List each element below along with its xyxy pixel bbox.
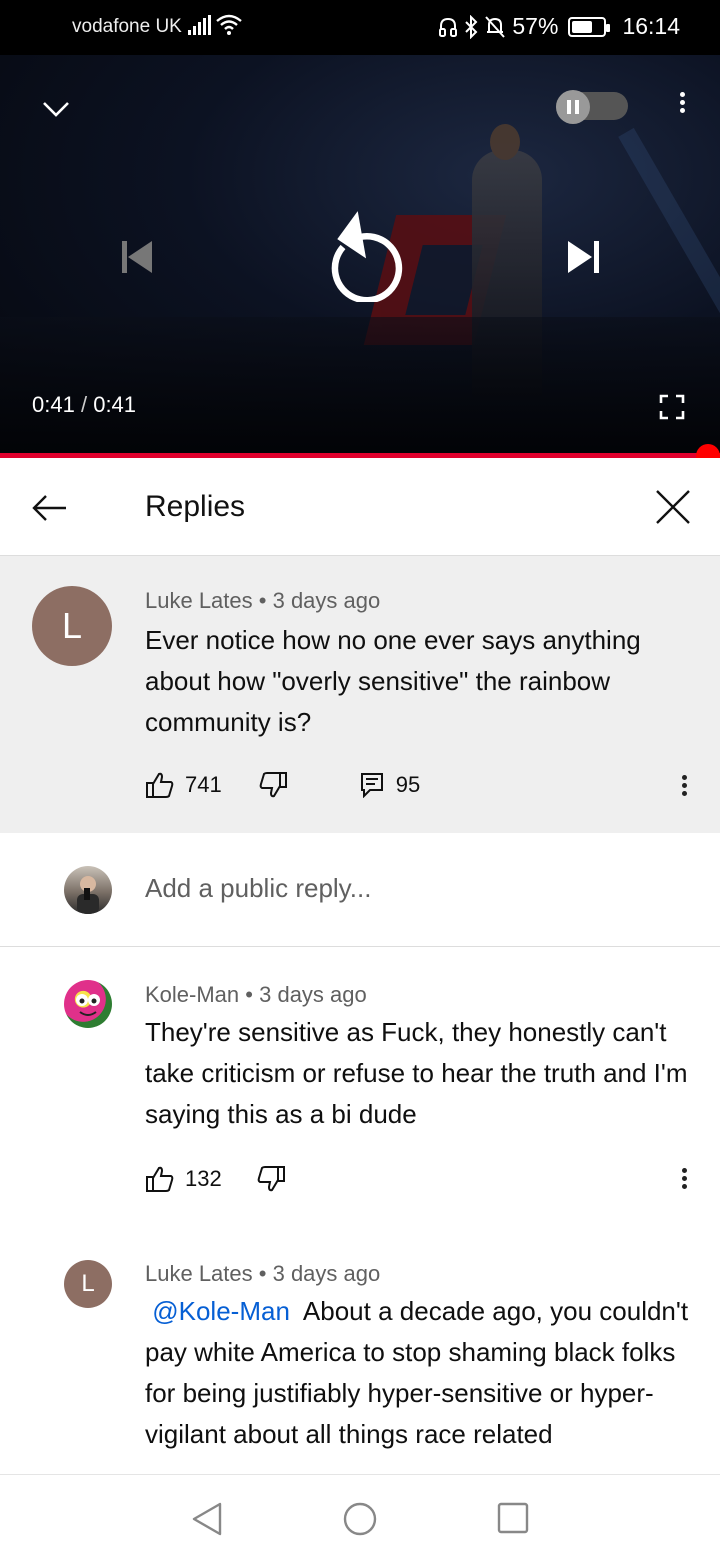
meta-dot: • bbox=[258, 1261, 267, 1286]
nav-home-button[interactable] bbox=[342, 1501, 378, 1542]
nav-recents-button[interactable] bbox=[496, 1501, 530, 1540]
replies-header: Replies bbox=[0, 458, 720, 556]
like-button[interactable]: 741 bbox=[145, 771, 222, 799]
nav-back-button[interactable] bbox=[190, 1501, 224, 1542]
comment-text: @Kole-Man About a decade ago, you couldn… bbox=[145, 1291, 695, 1474]
previous-button[interactable] bbox=[112, 233, 160, 281]
reply-button[interactable]: 95 bbox=[360, 772, 420, 798]
dislike-button[interactable] bbox=[258, 771, 288, 799]
current-time: 0:41 bbox=[32, 392, 75, 417]
comment-text: They're sensitive as Fuck, they honestly… bbox=[145, 1017, 688, 1129]
circle-home-icon bbox=[343, 1502, 377, 1536]
battery-icon bbox=[568, 16, 611, 37]
avatar[interactable] bbox=[64, 980, 112, 1028]
audience bbox=[0, 317, 720, 457]
user-avatar bbox=[64, 866, 112, 914]
time-separator: / bbox=[80, 392, 88, 417]
reply-count: 95 bbox=[395, 772, 421, 797]
mute-bell-icon bbox=[485, 15, 506, 38]
arrow-left-icon bbox=[32, 495, 66, 521]
chevron-down-icon bbox=[43, 102, 69, 117]
minimize-button[interactable] bbox=[34, 87, 78, 131]
replay-button[interactable] bbox=[312, 200, 408, 304]
comment-age[interactable]: 3 days ago bbox=[273, 1261, 381, 1286]
author-name[interactable]: Luke Lates bbox=[145, 588, 253, 613]
pause-icon bbox=[556, 90, 590, 124]
add-reply-row[interactable]: Add a public reply... bbox=[0, 833, 720, 947]
signal-icon bbox=[188, 15, 211, 35]
video-player[interactable]: 0:41 / 0:41 bbox=[0, 55, 720, 457]
comment-actions: 132 bbox=[145, 1165, 286, 1193]
headphones-icon bbox=[439, 17, 458, 37]
like-button[interactable]: 132 bbox=[145, 1165, 222, 1193]
user-photo-icon bbox=[77, 876, 99, 914]
thumbs-down-icon bbox=[259, 772, 287, 798]
dislike-button[interactable] bbox=[256, 1165, 286, 1193]
reply-input[interactable]: Add a public reply... bbox=[145, 873, 371, 904]
comment-menu-button[interactable] bbox=[672, 1165, 696, 1195]
comment-text: Ever notice how no one ever says anythin… bbox=[145, 625, 641, 737]
fullscreen-icon bbox=[659, 394, 685, 420]
meta-dot: • bbox=[258, 588, 267, 613]
back-button[interactable] bbox=[28, 488, 70, 528]
bluetooth-icon bbox=[465, 14, 478, 39]
avatar-letter: L bbox=[61, 605, 83, 646]
comment-actions: 741 95 bbox=[145, 771, 420, 799]
replay-icon bbox=[331, 211, 403, 302]
system-nav-bar bbox=[0, 1474, 720, 1560]
avatar-letter: L bbox=[81, 1270, 95, 1297]
comment-meta: Kole-Man • 3 days ago bbox=[145, 982, 367, 1008]
author-name[interactable]: Luke Lates bbox=[145, 1261, 253, 1286]
thumbs-up-icon bbox=[146, 772, 174, 798]
previous-icon bbox=[122, 241, 152, 273]
wifi-icon bbox=[216, 14, 242, 35]
square-recents-icon bbox=[497, 1502, 529, 1534]
like-count: 741 bbox=[185, 772, 222, 797]
next-button[interactable] bbox=[560, 233, 608, 281]
clock: 16:14 bbox=[622, 13, 680, 39]
comment-age[interactable]: 3 days ago bbox=[273, 588, 381, 613]
avatar[interactable]: L bbox=[64, 1260, 112, 1308]
comment-icon bbox=[360, 773, 383, 798]
triangle-back-icon bbox=[192, 1502, 222, 1536]
close-icon bbox=[656, 490, 690, 524]
thumbs-up-icon bbox=[146, 1166, 174, 1192]
status-bar: vodafone UK 57% 16:14 bbox=[0, 0, 720, 55]
mention-link[interactable]: @Kole-Man bbox=[152, 1296, 290, 1326]
duration: 0:41 bbox=[93, 392, 137, 417]
time-display: 0:41 / 0:41 bbox=[32, 392, 136, 418]
cartoon-avatar-icon bbox=[76, 994, 100, 1016]
close-button[interactable] bbox=[652, 486, 694, 528]
autoplay-toggle[interactable] bbox=[556, 90, 628, 124]
comment-meta: Luke Lates • 3 days ago bbox=[145, 588, 380, 614]
comment-menu-button[interactable] bbox=[672, 772, 696, 802]
comment-meta: Luke Lates • 3 days ago bbox=[145, 1261, 380, 1287]
meta-dot: • bbox=[245, 982, 253, 1007]
parent-comment: L Luke Lates • 3 days ago Ever notice ho… bbox=[0, 556, 720, 833]
thumbs-down-icon bbox=[257, 1166, 285, 1192]
battery-percent: 57% bbox=[512, 13, 559, 39]
fullscreen-button[interactable] bbox=[655, 390, 689, 424]
replies-title: Replies bbox=[145, 490, 246, 523]
like-count: 132 bbox=[185, 1166, 222, 1191]
player-menu-button[interactable] bbox=[670, 89, 694, 119]
carrier-label: vodafone UK bbox=[72, 16, 182, 37]
next-icon bbox=[568, 241, 599, 273]
author-name[interactable]: Kole-Man bbox=[145, 982, 239, 1007]
avatar[interactable]: L bbox=[32, 586, 112, 666]
comment-age[interactable]: 3 days ago bbox=[259, 982, 367, 1007]
